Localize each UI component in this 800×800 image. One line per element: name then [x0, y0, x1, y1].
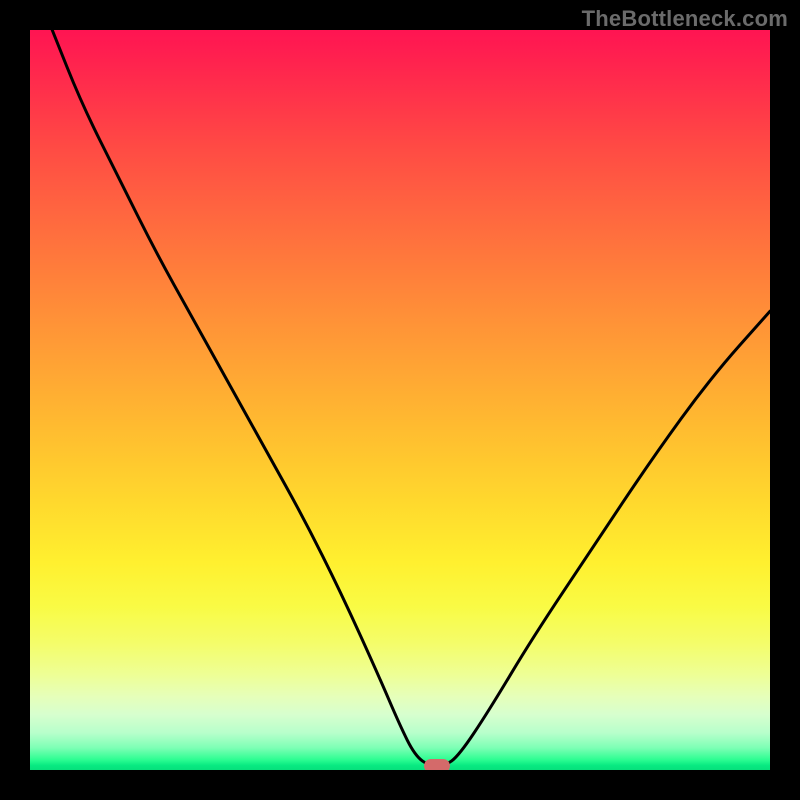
bottleneck-curve: [30, 30, 770, 770]
optimal-marker: [424, 759, 450, 770]
watermark-text: TheBottleneck.com: [582, 6, 788, 32]
chart-frame: TheBottleneck.com: [0, 0, 800, 800]
plot-area: [30, 30, 770, 770]
